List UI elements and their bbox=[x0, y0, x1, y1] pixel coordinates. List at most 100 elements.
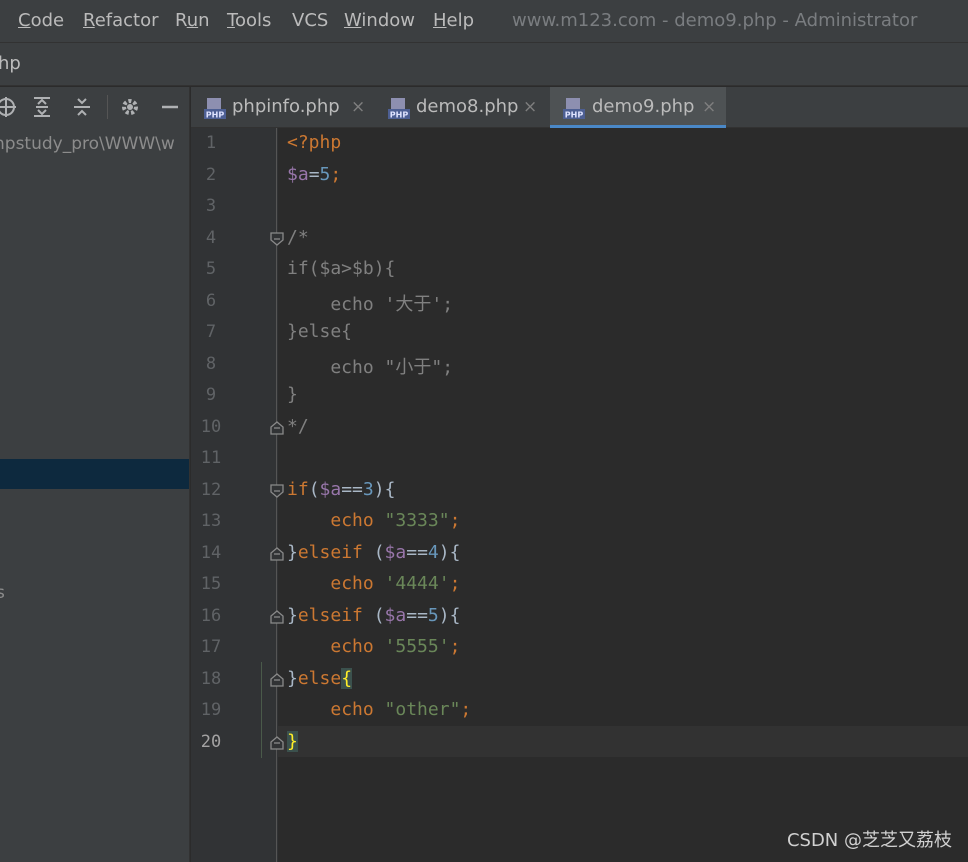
code-line[interactable]: if($a==3){ bbox=[287, 479, 395, 500]
line-number[interactable]: 17 bbox=[191, 637, 231, 657]
line-number[interactable]: 14 bbox=[191, 543, 231, 563]
minimize-icon[interactable] bbox=[158, 95, 182, 119]
code-token: ){ bbox=[373, 478, 396, 500]
code-token: elseif bbox=[297, 604, 374, 626]
line-number[interactable]: 9 bbox=[191, 385, 231, 405]
project-selected-row[interactable] bbox=[0, 459, 189, 489]
tab-label: phpinfo.php bbox=[232, 96, 340, 117]
line-number[interactable]: 2 bbox=[191, 165, 231, 185]
collapse-all-icon[interactable] bbox=[70, 95, 94, 119]
line-number[interactable]: 5 bbox=[191, 259, 231, 279]
menu-vcs[interactable]: VCS bbox=[292, 10, 328, 31]
scope-indicator bbox=[261, 662, 262, 758]
code-token: == bbox=[406, 604, 428, 626]
code-token: ){ bbox=[438, 541, 461, 563]
navigation-bar: hp bbox=[0, 43, 968, 86]
fold-close-icon[interactable] bbox=[270, 420, 284, 435]
line-number[interactable]: 10 bbox=[191, 417, 231, 437]
code-token: echo bbox=[330, 573, 385, 594]
line-number[interactable]: 6 bbox=[191, 291, 231, 311]
editor-tab-bar: PHP phpinfo.php × PHP demo8.php × PHP de… bbox=[191, 87, 968, 128]
line-number[interactable]: 16 bbox=[191, 606, 231, 626]
code-token: */ bbox=[287, 415, 309, 437]
code-line[interactable]: echo '大于'; bbox=[287, 290, 453, 316]
line-number[interactable]: 7 bbox=[191, 322, 231, 342]
window-title: www.m123.com - demo9.php - Administrator bbox=[512, 10, 918, 31]
close-icon[interactable]: × bbox=[523, 97, 537, 117]
menu-window[interactable]: Window bbox=[344, 10, 415, 31]
line-number[interactable]: 1 bbox=[191, 133, 231, 153]
code-token: ; bbox=[460, 699, 472, 720]
code-editor[interactable]: 1 <?php 2 $a=5; 3 4 /* 5 if($a>$b){ 6 echo '大于'; 7… bbox=[191, 128, 968, 862]
menu-help[interactable]: Help bbox=[433, 10, 474, 31]
code-line[interactable]: }elseif ($a==4){ bbox=[287, 542, 460, 563]
code-line[interactable]: /* bbox=[287, 227, 309, 248]
code-token: else bbox=[297, 667, 342, 689]
php-file-icon: PHP bbox=[203, 97, 227, 121]
line-number[interactable]: 15 bbox=[191, 574, 231, 594]
locate-icon[interactable] bbox=[0, 95, 18, 119]
menu-code[interactable]: Code bbox=[18, 10, 64, 31]
fold-close-icon[interactable] bbox=[270, 546, 284, 561]
menu-run[interactable]: Run bbox=[175, 10, 210, 31]
expand-all-icon[interactable] bbox=[30, 95, 54, 119]
line-number[interactable]: 8 bbox=[191, 354, 231, 374]
code-token: ){ bbox=[438, 604, 461, 626]
line-number[interactable]: 18 bbox=[191, 669, 231, 689]
code-token: elseif bbox=[297, 541, 374, 563]
line-number[interactable]: 11 bbox=[191, 448, 231, 468]
code-token: = bbox=[308, 163, 320, 185]
code-line[interactable]: if($a>$b){ bbox=[287, 258, 395, 279]
code-token: "3333" bbox=[384, 510, 450, 531]
project-item-fragment[interactable]: s bbox=[0, 583, 5, 603]
fold-open-icon[interactable] bbox=[270, 483, 284, 498]
code-line[interactable]: }elseif ($a==5){ bbox=[287, 605, 460, 626]
menu-refactor[interactable]: Refactor bbox=[83, 10, 159, 31]
code-line[interactable]: echo "other"; bbox=[287, 699, 471, 720]
project-root-path[interactable]: npstudy_pro\WWW\w bbox=[0, 134, 175, 154]
gear-icon[interactable] bbox=[118, 95, 142, 119]
code-line[interactable]: echo "小于"; bbox=[287, 353, 453, 379]
code-token: /* bbox=[287, 226, 309, 248]
code-line[interactable]: } bbox=[287, 384, 298, 405]
code-token: 5 bbox=[319, 163, 331, 185]
code-token: ; bbox=[330, 163, 342, 185]
line-number[interactable]: 20 bbox=[191, 732, 231, 752]
code-line[interactable]: <?php bbox=[287, 132, 341, 153]
code-line[interactable]: $a=5; bbox=[287, 164, 341, 185]
breadcrumb[interactable]: hp bbox=[0, 53, 21, 74]
line-number[interactable]: 13 bbox=[191, 511, 231, 531]
code-line[interactable]: } bbox=[287, 730, 298, 752]
code-token: ; bbox=[449, 573, 461, 594]
menu-tools[interactable]: Tools bbox=[227, 10, 271, 31]
tab-phpinfo[interactable]: PHP phpinfo.php × bbox=[203, 87, 375, 128]
line-number[interactable]: 12 bbox=[191, 480, 231, 500]
svg-text:PHP: PHP bbox=[565, 111, 584, 120]
tab-demo9[interactable]: PHP demo9.php × bbox=[550, 87, 726, 128]
close-icon[interactable]: × bbox=[351, 97, 365, 117]
code-token: } bbox=[287, 730, 298, 752]
code-token: == bbox=[341, 478, 363, 500]
code-line[interactable]: echo '5555'; bbox=[287, 636, 460, 657]
line-number[interactable]: 19 bbox=[191, 700, 231, 720]
line-number[interactable]: 4 bbox=[191, 228, 231, 248]
code-line[interactable]: echo "3333"; bbox=[287, 510, 460, 531]
close-icon[interactable]: × bbox=[702, 97, 716, 117]
watermark: CSDN @芝芝又荔枝 bbox=[786, 830, 952, 851]
code-token: "other" bbox=[384, 699, 461, 720]
fold-close-icon[interactable] bbox=[270, 735, 284, 750]
code-line[interactable]: echo '4444'; bbox=[287, 573, 460, 594]
line-number[interactable]: 3 bbox=[191, 196, 231, 216]
fold-close-icon[interactable] bbox=[270, 672, 284, 687]
code-token: } bbox=[287, 604, 298, 626]
fold-open-icon[interactable] bbox=[270, 231, 284, 246]
tab-demo8[interactable]: PHP demo8.php × bbox=[387, 87, 547, 128]
code-line[interactable]: */ bbox=[287, 416, 309, 437]
fold-close-icon[interactable] bbox=[270, 609, 284, 624]
code-line[interactable]: }else{ bbox=[287, 321, 352, 342]
code-line[interactable]: }else{ bbox=[287, 667, 353, 689]
code-token: <?php bbox=[287, 132, 342, 153]
code-token: }else{ bbox=[287, 321, 353, 342]
